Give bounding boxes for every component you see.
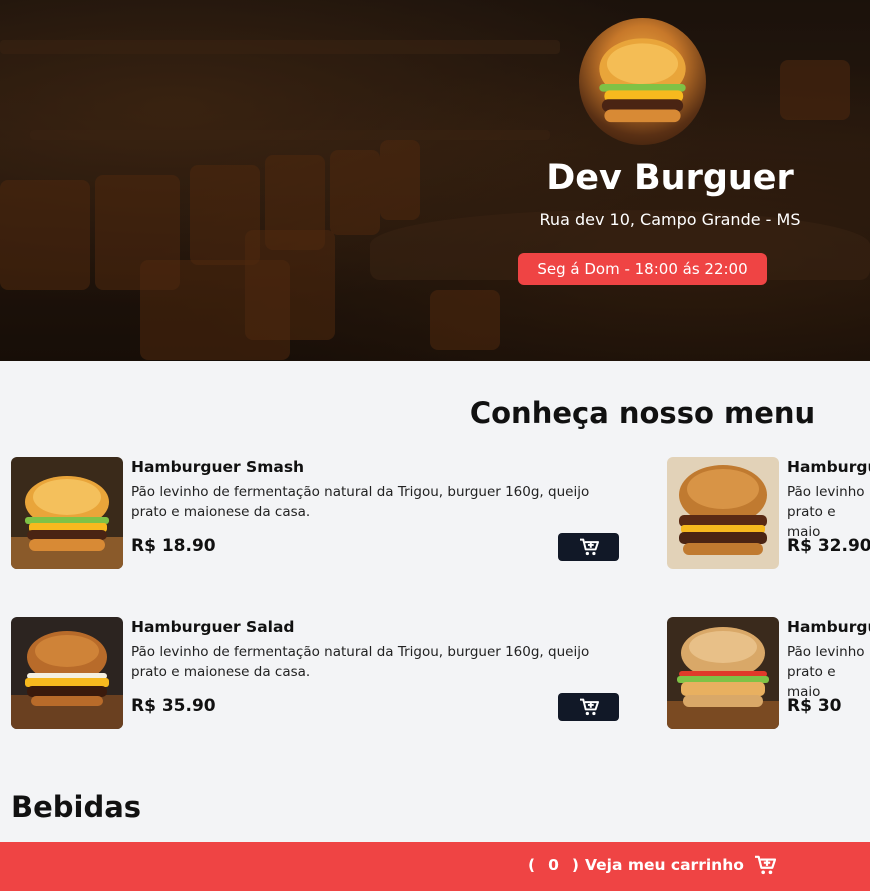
cart-icon: [754, 855, 776, 875]
cart-plus-icon: [579, 698, 599, 716]
cart-count-open: (: [528, 856, 536, 874]
add-to-cart-button[interactable]: [558, 533, 619, 561]
product-price: R$ 35.90: [131, 696, 216, 716]
product-card: Hamburgu Pão levinho prato e maio R$ 30: [667, 617, 870, 729]
product-description: Pão levinho de fermentação natural da Tr…: [131, 484, 590, 520]
cart-count: 0: [548, 856, 559, 874]
cart-footer-bar: ( 0 ) Veja meu carrinho: [0, 842, 870, 891]
add-to-cart-button[interactable]: [558, 693, 619, 721]
burger-photo-icon: [11, 457, 123, 569]
cart-count-close: ): [571, 856, 579, 874]
drinks-section-title: Bebidas: [11, 790, 142, 824]
product-price: R$ 18.90: [131, 536, 216, 556]
product-name: Hamburgu: [787, 618, 870, 636]
cart-plus-icon: [579, 538, 599, 556]
product-card: Hamburgu Pão levinho prato e maio R$ 32.…: [667, 457, 870, 569]
product-name: Hamburgu: [787, 458, 870, 476]
product-description: Pão levinho prato e maio: [787, 644, 865, 700]
product-card: Hamburguer Salad Pão levinho de fermenta…: [11, 617, 621, 729]
burger-photo-icon: [667, 457, 779, 569]
product-card: Hamburguer Smash Pão levinho de fermenta…: [11, 457, 621, 569]
burger-photo-icon: [667, 617, 779, 729]
product-price: R$ 30: [787, 696, 842, 716]
product-name: Hamburguer Smash: [131, 458, 305, 476]
right-product-column: Hamburgu Pão levinho prato e maio R$ 32.…: [667, 0, 870, 891]
product-description: Pão levinho de fermentação natural da Tr…: [131, 644, 590, 680]
product-price: R$ 32.90: [787, 536, 870, 556]
product-description: Pão levinho prato e maio: [787, 484, 865, 540]
burger-photo-icon: [11, 617, 123, 729]
product-name: Hamburguer Salad: [131, 618, 295, 636]
view-cart-button[interactable]: ( 0 ) Veja meu carrinho: [528, 855, 776, 875]
cart-label: Veja meu carrinho: [584, 856, 744, 874]
